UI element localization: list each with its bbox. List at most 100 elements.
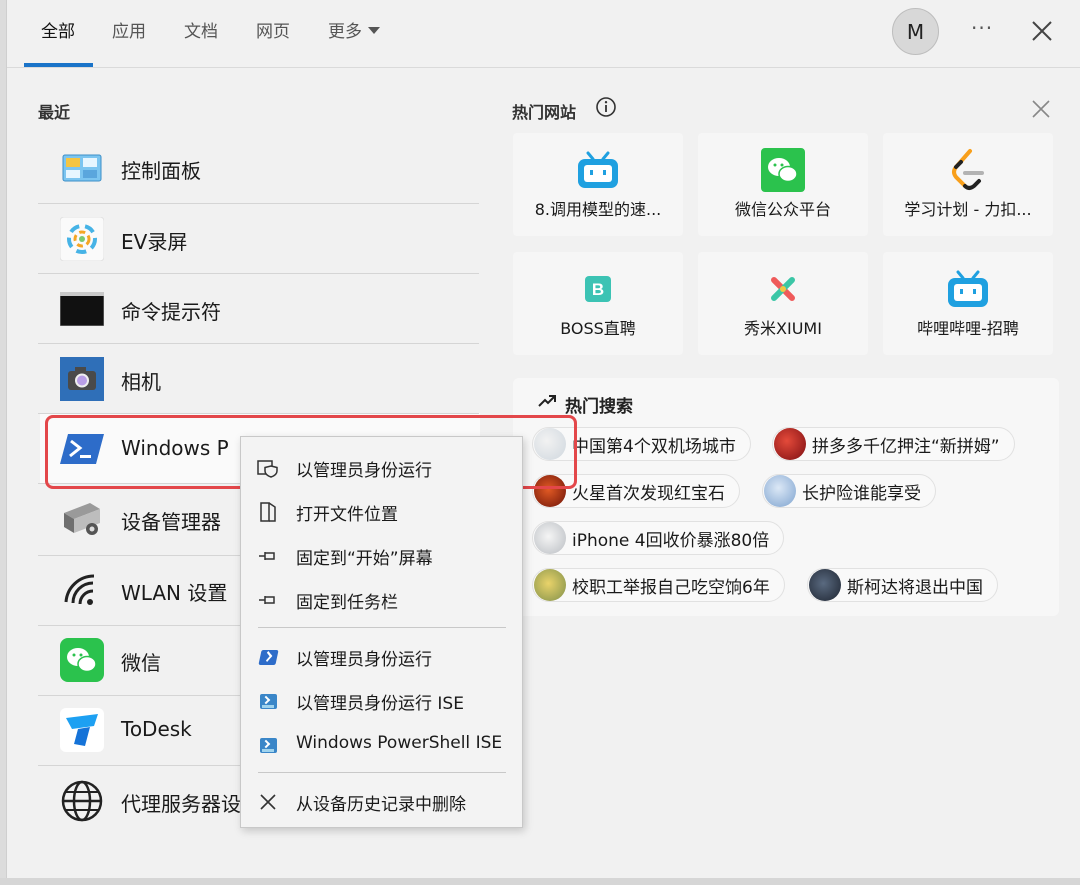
recent-item-label: 命令提示符 bbox=[121, 300, 221, 324]
menu-item-open-file-location[interactable]: 打开文件位置 bbox=[241, 491, 522, 531]
hot-search-item[interactable]: 中国第4个双机场城市 bbox=[532, 427, 751, 461]
hot-search-label: 拼多多千亿押注“新拼姆” bbox=[812, 436, 1000, 457]
info-icon[interactable] bbox=[595, 96, 617, 118]
hot-search-label: 长护险谁能享受 bbox=[802, 483, 921, 504]
recent-item-cmd[interactable]: 命令提示符 bbox=[38, 274, 479, 344]
bilibili-icon bbox=[945, 266, 991, 312]
context-menu: 以管理员身份运行 打开文件位置 固定到“开始”屏幕 固定到任务栏 以管理员身份运… bbox=[240, 436, 523, 828]
menu-item-pin-to-start[interactable]: 固定到“开始”屏幕 bbox=[241, 535, 522, 575]
menu-item-label: 打开文件位置 bbox=[296, 505, 398, 525]
site-card-label: 8.调用模型的速... bbox=[534, 200, 662, 219]
taskbar-edge bbox=[0, 878, 1080, 885]
site-card-wechat-mp[interactable]: 微信公众平台 bbox=[698, 133, 868, 236]
wechat-icon bbox=[760, 147, 806, 193]
boss-icon: B bbox=[575, 266, 621, 312]
site-card-label: BOSS直聘 bbox=[560, 319, 636, 338]
menu-item-label: 固定到“开始”屏幕 bbox=[296, 549, 433, 569]
xiumi-icon bbox=[760, 266, 806, 312]
news-thumbnail bbox=[534, 428, 566, 460]
menu-item-label: 以管理员身份运行 bbox=[296, 461, 432, 481]
close-icon[interactable] bbox=[1031, 99, 1051, 119]
menu-item-pin-to-taskbar[interactable]: 固定到任务栏 bbox=[241, 579, 522, 619]
device-manager-icon bbox=[60, 497, 104, 541]
news-thumbnail bbox=[764, 475, 796, 507]
menu-item-run-as-admin-ps[interactable]: 以管理员身份运行 bbox=[241, 636, 522, 676]
news-thumbnail bbox=[774, 428, 806, 460]
menu-item-label: 从设备历史记录中删除 bbox=[296, 795, 466, 815]
more-options-icon[interactable]: ··· bbox=[971, 16, 993, 40]
bilibili-icon bbox=[575, 147, 621, 193]
shield-icon bbox=[257, 457, 279, 479]
site-card-bilibili-jobs[interactable]: 哔哩哔哩-招聘 bbox=[883, 252, 1053, 355]
hot-search-label: iPhone 4回收价暴涨80倍 bbox=[572, 530, 770, 551]
site-card-label: 学习计划 - 力扣... bbox=[904, 200, 1032, 219]
close-icon bbox=[257, 791, 279, 813]
news-thumbnail bbox=[809, 569, 841, 601]
hot-search-item[interactable]: 长护险谁能享受 bbox=[762, 474, 936, 508]
menu-divider bbox=[258, 772, 506, 773]
site-card-bilibili-video[interactable]: 8.调用模型的速... bbox=[513, 133, 683, 236]
menu-item-label: Windows PowerShell ISE bbox=[296, 733, 503, 753]
active-tab-indicator bbox=[24, 63, 93, 67]
recent-item-ev-recorder[interactable]: EV录屏 bbox=[38, 204, 479, 274]
trending-icon bbox=[538, 395, 556, 407]
recent-title: 最近 bbox=[38, 103, 71, 122]
menu-item-powershell-ise[interactable]: Windows PowerShell ISE bbox=[241, 724, 522, 764]
avatar[interactable]: M bbox=[892, 8, 939, 55]
news-thumbnail bbox=[534, 522, 566, 554]
camera-icon bbox=[60, 357, 104, 401]
recent-item-control-panel[interactable]: 控制面板 bbox=[38, 133, 479, 203]
news-thumbnail bbox=[534, 569, 566, 601]
tab-web[interactable]: 网页 bbox=[256, 20, 290, 44]
chevron-down-icon bbox=[368, 27, 380, 34]
control-panel-icon bbox=[60, 146, 104, 190]
tab-all[interactable]: 全部 bbox=[41, 20, 75, 44]
hot-sites-title: 热门网站 bbox=[512, 103, 577, 122]
close-icon[interactable] bbox=[1031, 20, 1053, 42]
menu-item-run-as-admin[interactable]: 以管理员身份运行 bbox=[241, 447, 522, 487]
ev-recorder-icon bbox=[60, 217, 104, 261]
recent-item-label: EV录屏 bbox=[121, 230, 188, 254]
todesk-icon bbox=[60, 708, 104, 752]
recent-item-camera[interactable]: 相机 bbox=[38, 344, 479, 414]
menu-item-label: 以管理员身份运行 bbox=[296, 650, 432, 670]
menu-divider bbox=[258, 627, 506, 628]
powershell-icon bbox=[257, 646, 279, 668]
powershell-ise-icon bbox=[257, 690, 279, 712]
hot-search-item[interactable]: 校职工举报自己吃空饷6年 bbox=[532, 568, 785, 602]
recent-item-label: WLAN 设置 bbox=[121, 581, 228, 605]
powershell-ise-icon bbox=[257, 734, 279, 756]
pin-icon bbox=[257, 545, 279, 567]
powershell-icon bbox=[60, 427, 104, 471]
hot-search-label: 斯柯达将退出中国 bbox=[847, 577, 983, 598]
menu-item-run-as-admin-ise[interactable]: 以管理员身份运行 ISE bbox=[241, 680, 522, 720]
file-location-icon bbox=[257, 501, 279, 523]
leetcode-icon bbox=[945, 147, 991, 193]
tab-apps[interactable]: 应用 bbox=[112, 20, 146, 44]
site-card-label: 微信公众平台 bbox=[734, 200, 831, 219]
wechat-icon bbox=[60, 638, 104, 682]
tab-more-label: 更多 bbox=[328, 22, 362, 42]
site-card-boss[interactable]: B BOSS直聘 bbox=[513, 252, 683, 355]
news-thumbnail bbox=[534, 475, 566, 507]
recent-item-label: 相机 bbox=[121, 370, 161, 394]
recent-item-label: ToDesk bbox=[121, 717, 192, 741]
tab-more[interactable]: 更多 bbox=[328, 20, 380, 44]
hot-search-item[interactable]: 斯柯达将退出中国 bbox=[807, 568, 998, 602]
hot-search-item[interactable]: 拼多多千亿押注“新拼姆” bbox=[772, 427, 1015, 461]
hot-search-item[interactable]: iPhone 4回收价暴涨80倍 bbox=[532, 521, 785, 555]
menu-item-label: 固定到任务栏 bbox=[296, 593, 398, 613]
globe-icon bbox=[60, 779, 104, 823]
hot-search-label: 校职工举报自己吃空饷6年 bbox=[572, 577, 770, 598]
tab-documents[interactable]: 文档 bbox=[184, 20, 218, 44]
site-card-leetcode[interactable]: 学习计划 - 力扣... bbox=[883, 133, 1053, 236]
menu-item-remove-from-history[interactable]: 从设备历史记录中删除 bbox=[241, 781, 522, 821]
site-card-xiumi[interactable]: 秀米XIUMI bbox=[698, 252, 868, 355]
recent-item-label: 控制面板 bbox=[121, 159, 201, 183]
background-window-edge bbox=[0, 0, 7, 885]
pin-icon bbox=[257, 589, 279, 611]
tab-bar: 全部 应用 文档 网页 更多 M ··· bbox=[7, 0, 1080, 68]
wifi-icon bbox=[60, 568, 104, 612]
hot-search-item[interactable]: 火星首次发现红宝石 bbox=[532, 474, 740, 508]
recent-item-label: Windows P bbox=[121, 436, 229, 460]
